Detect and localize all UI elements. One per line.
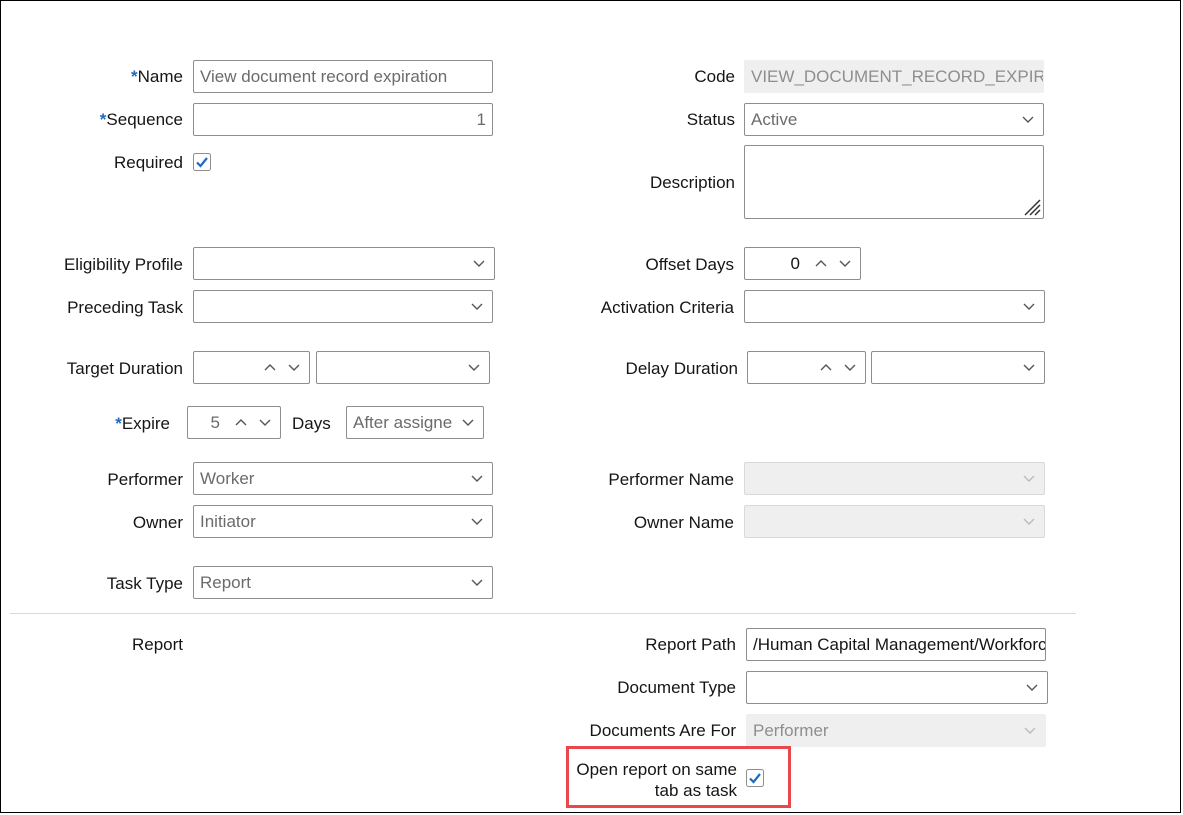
sequence-input[interactable]: 1 xyxy=(193,103,493,136)
delay-duration-spinner[interactable] xyxy=(747,351,866,384)
chevron-down-icon xyxy=(470,291,484,322)
performer-name-select xyxy=(744,462,1045,495)
chevron-down-icon xyxy=(1025,672,1039,703)
documents-are-for-select: Performer xyxy=(746,714,1046,747)
expire-spinner[interactable]: 5 xyxy=(187,406,281,439)
target-duration-label: Target Duration xyxy=(66,359,183,378)
target-duration-spinner[interactable] xyxy=(193,351,310,384)
performer-label: Performer xyxy=(107,470,183,489)
chevron-down-icon[interactable] xyxy=(838,248,852,279)
owner-name-label: Owner Name xyxy=(633,513,734,532)
chevron-down-icon[interactable] xyxy=(258,407,272,438)
chevron-down-icon xyxy=(1022,352,1036,383)
code-field: VIEW_DOCUMENT_RECORD_EXPIRATIC xyxy=(744,60,1044,93)
chevron-down-icon[interactable] xyxy=(843,352,857,383)
delay-duration-label: Delay Duration xyxy=(625,359,738,378)
chevron-down-icon xyxy=(1022,291,1036,322)
performer-select[interactable]: Worker xyxy=(193,462,493,495)
chevron-down-icon xyxy=(1021,104,1035,135)
name-label: *Name xyxy=(131,67,183,86)
report-path-input[interactable]: /Human Capital Management/Workforce xyxy=(746,628,1046,661)
offset-days-label: Offset Days xyxy=(645,255,735,274)
chevron-down-icon xyxy=(1022,463,1036,494)
target-duration-unit-select[interactable] xyxy=(316,351,490,384)
chevron-down-icon xyxy=(467,352,481,383)
chevron-down-icon xyxy=(470,506,484,537)
chevron-down-icon xyxy=(470,567,484,598)
task-type-select[interactable]: Report xyxy=(193,566,493,599)
owner-select[interactable]: Initiator xyxy=(193,505,493,538)
expire-unit-label: Days xyxy=(292,414,331,433)
owner-label: Owner xyxy=(132,513,183,532)
eligibility-profile-label: Eligibility Profile xyxy=(63,255,183,274)
chevron-down-icon[interactable] xyxy=(287,352,301,383)
description-label: Description xyxy=(649,173,735,192)
chevron-down-icon xyxy=(1023,715,1037,746)
status-label: Status xyxy=(686,110,735,129)
document-type-label: Document Type xyxy=(617,678,736,697)
documents-are-for-label: Documents Are For xyxy=(589,721,736,740)
owner-name-select xyxy=(744,505,1045,538)
preceding-task-label: Preceding Task xyxy=(67,298,183,317)
task-type-label: Task Type xyxy=(106,574,183,593)
eligibility-profile-select[interactable] xyxy=(193,247,495,280)
activation-criteria-label: Activation Criteria xyxy=(600,298,734,317)
chevron-up-icon[interactable] xyxy=(234,407,248,438)
chevron-down-icon xyxy=(472,248,486,279)
resize-handle-icon[interactable] xyxy=(1019,194,1041,216)
expire-relative-select[interactable]: After assigned xyxy=(346,406,484,439)
code-label: Code xyxy=(694,67,735,86)
sequence-label: *Sequence xyxy=(99,110,183,129)
delay-duration-unit-select[interactable] xyxy=(871,351,1045,384)
chevron-down-icon xyxy=(1022,506,1036,537)
report-section-label: Report xyxy=(131,635,183,654)
expire-label: *Expire xyxy=(115,414,170,433)
chevron-up-icon[interactable] xyxy=(819,352,833,383)
chevron-down-icon xyxy=(461,407,475,438)
preceding-task-select[interactable] xyxy=(193,290,493,323)
required-label: Required xyxy=(114,153,183,172)
chevron-up-icon[interactable] xyxy=(263,352,277,383)
offset-days-spinner[interactable]: 0 xyxy=(744,247,861,280)
name-input[interactable]: View document record expiration xyxy=(193,60,493,93)
document-type-select[interactable] xyxy=(746,671,1048,704)
highlight-box xyxy=(566,746,791,808)
report-path-label: Report Path xyxy=(645,635,736,654)
chevron-down-icon xyxy=(470,463,484,494)
status-select[interactable]: Active xyxy=(744,103,1044,136)
performer-name-label: Performer Name xyxy=(608,470,734,489)
section-divider xyxy=(10,613,1076,614)
required-checkbox[interactable] xyxy=(193,153,211,171)
activation-criteria-select[interactable] xyxy=(744,290,1045,323)
description-textarea[interactable] xyxy=(744,145,1044,219)
chevron-up-icon[interactable] xyxy=(814,248,828,279)
